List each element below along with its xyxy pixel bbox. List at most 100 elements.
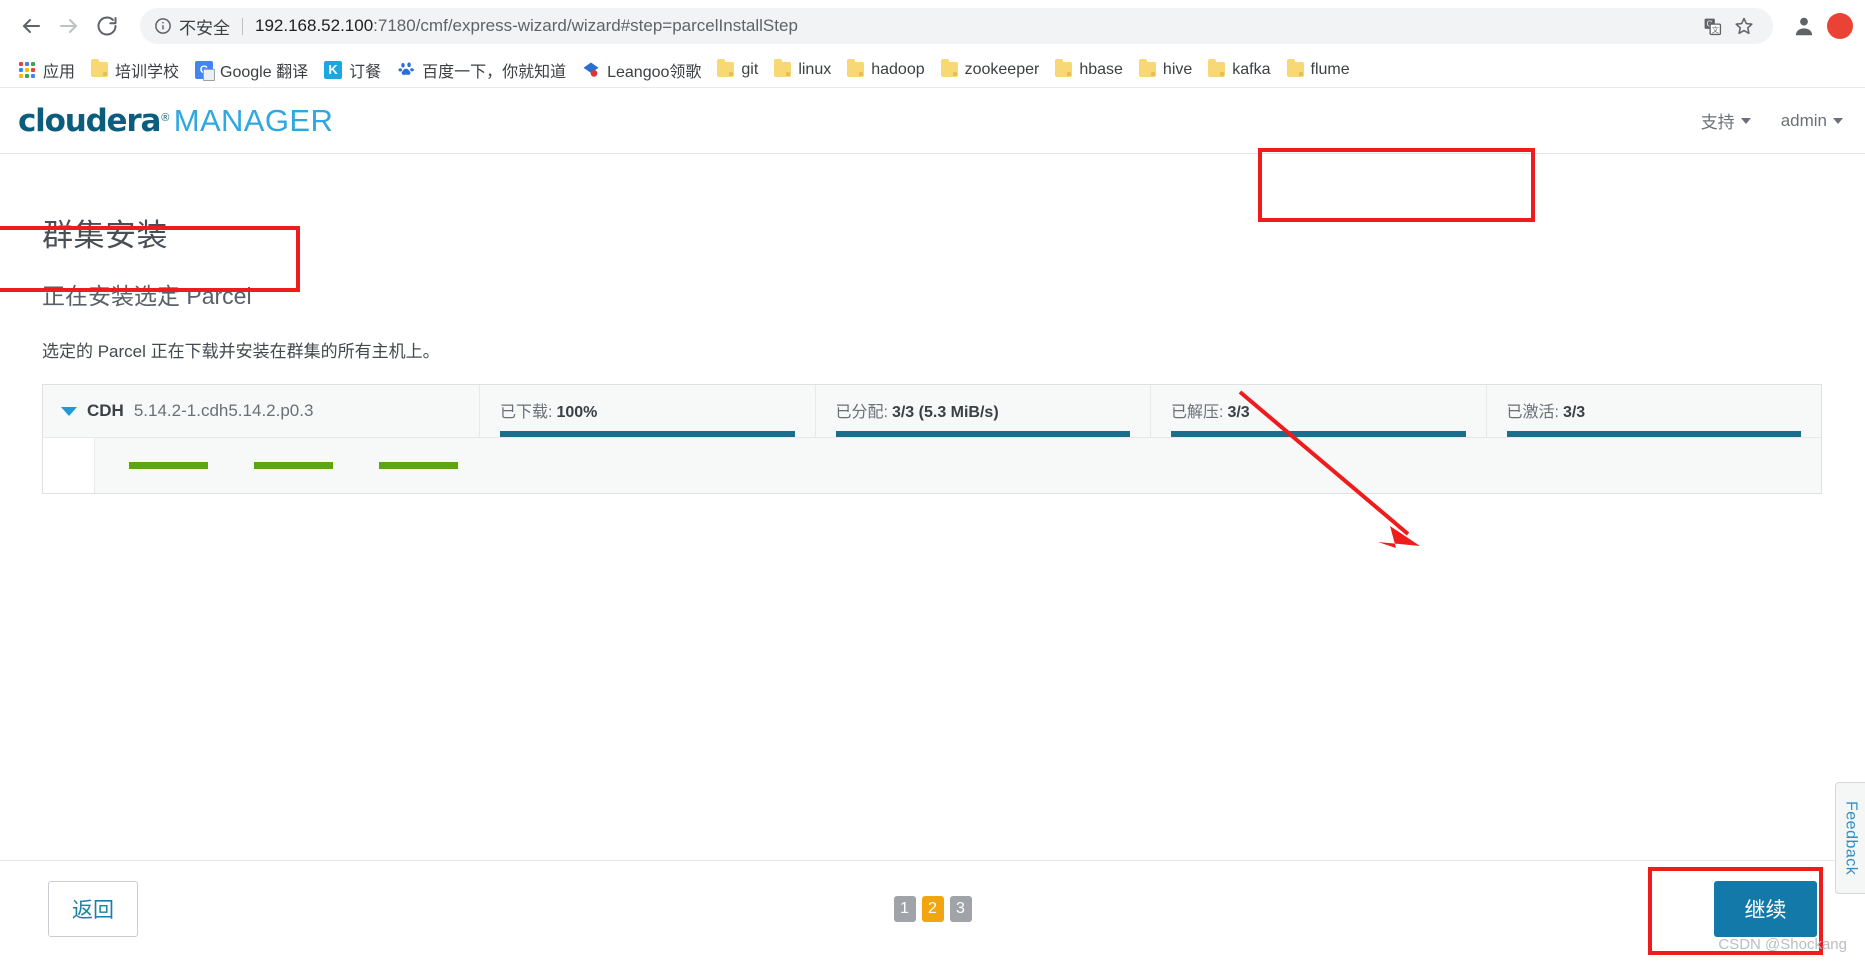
bookmark-kafka[interactable]: kafka [1200,57,1278,83]
wizard-content: 群集安装 正在安装选定 Parcel 选定的 Parcel 正在下载并安装在群集… [0,210,1865,494]
apps-grid-icon [18,61,36,79]
star-icon[interactable] [1729,11,1759,41]
folder-icon [717,59,735,77]
parcel-unpacked-cell: 已解压: 3/3 [1151,385,1487,437]
host-progress-bar [129,462,208,469]
parcel-name: CDH [87,401,124,420]
progress-bar-track [1171,431,1466,437]
value-text: 100% [556,404,598,421]
arrow-right-icon [60,19,77,33]
profile-avatar-icon[interactable] [1789,11,1819,41]
omnibox-actions: G 文 [1697,11,1759,41]
browser-toolbar: 不安全 192.168.52.100:7180/cmf/express-wiza… [0,0,1865,52]
value-text: 3/3 [1227,404,1250,421]
bookmark-label: 百度一下，你就知道 [422,63,567,81]
app-header: cloudera ® MANAGER 支持 admin [0,88,1865,154]
label-text: 已解压: [1171,404,1224,421]
wizard-pager: 1 2 3 [0,896,1865,922]
bookmark-label: hbase [1079,60,1123,78]
folder-icon [940,59,958,77]
continue-button[interactable]: 继续 [1714,881,1817,937]
bookmark-git[interactable]: git [709,57,766,83]
folder-icon [1286,59,1304,77]
bookmark-hadoop[interactable]: hadoop [839,57,932,83]
security-status-label: 不安全 [179,18,230,38]
bookmark-label: hadoop [871,60,925,78]
progress-bar-track [1506,431,1801,437]
main-content: 群集安装 正在安装选定 Parcel 选定的 Parcel 正在下载并安装在群集… [0,148,1865,957]
leangoo-icon [582,61,600,79]
bookmark-label: git [741,60,759,78]
info-circle-icon[interactable] [154,17,172,35]
progress-bar-fill [835,431,1130,437]
bookmark-leangoo[interactable]: Leangoo领歌 [574,54,709,86]
parcel-activated-label: 已激活: 3/3 [1507,398,1802,422]
bookmark-dingcan[interactable]: K 订餐 [316,54,389,86]
url-path: :7180/cmf/express-wizard/wizard#step=par… [373,16,798,35]
parcel-version: 5.14.2-1.cdh5.14.2.p0.3 [133,401,314,420]
translate-icon[interactable]: G 文 [1697,11,1727,41]
bookmark-label: 培训学校 [115,63,180,81]
folder-icon [91,59,109,77]
label-text: 已分配: [835,404,888,421]
bookmark-google-translate[interactable]: G Google 翻译 [187,54,316,86]
host-progress-bar [379,462,458,469]
value-text: 3/3 [1562,404,1586,421]
label-text: 已下载: [500,404,553,421]
bookmark-apps[interactable]: 应用 [10,54,83,86]
logo-manager-text: MANAGER [173,102,334,138]
user-menu-label: admin [1780,110,1827,130]
parcel-name-cell[interactable]: CDH 5.14.2-1.cdh5.14.2.p0.3 [43,385,480,437]
bookmark-hive[interactable]: hive [1131,57,1200,83]
page-subtitle: 正在安装选定 Parcel [42,283,252,309]
bookmark-linux[interactable]: linux [766,57,839,83]
app-header-links: 支持 admin [1701,108,1843,133]
chevron-down-icon[interactable] [61,406,77,416]
parcel-progress-panel: CDH 5.14.2-1.cdh5.14.2.p0.3 已下载: 100% 已分配… [42,384,1822,494]
folder-icon [1208,59,1226,77]
omnibox-divider [242,17,243,35]
pager-page-3[interactable]: 3 [949,896,972,922]
svg-text:文: 文 [1711,25,1718,34]
bookmark-label: zookeeper [964,60,1040,78]
support-menu[interactable]: 支持 [1701,108,1751,133]
label-text: 已激活: [1506,404,1559,421]
folder-icon [1055,59,1073,77]
hosts-spacer [43,438,95,493]
bookmark-flume[interactable]: flume [1279,57,1358,83]
page-description: 选定的 Parcel 正在下载并安装在群集的所有主机上。 [42,342,440,361]
feedback-tab[interactable]: Feedback [1835,782,1865,894]
user-menu[interactable]: admin [1781,111,1843,131]
bookmark-baidu[interactable]: 百度一下，你就知道 [389,54,574,86]
logo-cloudera-text: cloudera [18,102,161,139]
value-text: 3/3 (5.3 MiB/s) [891,404,999,421]
url-host: 192.168.52.100 [255,16,374,35]
address-bar[interactable]: 不安全 192.168.52.100:7180/cmf/express-wiza… [140,8,1773,44]
chevron-down-icon [1833,117,1843,124]
folder-icon [774,59,792,77]
host-progress-bar [254,462,333,469]
folder-icon [1138,59,1156,77]
cloudera-manager-logo[interactable]: cloudera ® MANAGER [18,103,333,139]
parcel-unpacked-label: 已解压: 3/3 [1171,398,1466,422]
reload-button[interactable] [88,7,126,45]
parcel-downloaded-cell: 已下载: 100% [480,385,816,437]
back-button[interactable] [12,7,50,45]
browser-toolbar-right [1789,11,1853,41]
parcel-distributed-label: 已分配: 3/3 (5.3 MiB/s) [836,398,1131,422]
folder-icon [847,59,865,77]
pager-page-2[interactable]: 2 [921,896,944,922]
back-button[interactable]: 返回 [48,881,138,937]
logo-registered-mark: ® [161,111,169,124]
feedback-tab-label: Feedback [1842,800,1860,876]
bookmark-hbase[interactable]: hbase [1047,57,1131,83]
bookmark-peixunxuexiao[interactable]: 培训学校 [83,54,187,86]
pager-page-1[interactable]: 1 [893,896,916,922]
red-extension-icon[interactable] [1827,13,1853,39]
bookmark-label: 应用 [43,63,76,81]
support-menu-label: 支持 [1700,113,1735,132]
parcel-row: CDH 5.14.2-1.cdh5.14.2.p0.3 已下载: 100% 已分配… [43,385,1821,438]
browser-chrome: 不安全 192.168.52.100:7180/cmf/express-wiza… [0,0,1865,88]
forward-button[interactable] [50,7,88,45]
bookmark-zookeeper[interactable]: zookeeper [933,57,1048,83]
